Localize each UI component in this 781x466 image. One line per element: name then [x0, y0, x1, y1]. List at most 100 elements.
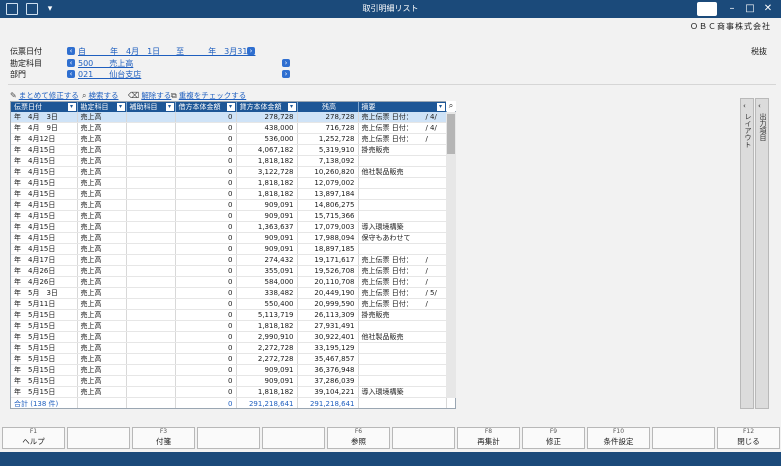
search-icon[interactable]: ⌕: [446, 101, 456, 111]
dropdown-icon[interactable]: ▾: [67, 103, 76, 111]
cell-sub: [126, 265, 176, 278]
cell-sub: [126, 331, 176, 344]
table-row[interactable]: 年 5月15日 売上高 0 1,818,182 39,104,221 導入環境構築: [11, 386, 447, 399]
cell-balance: 20,110,708: [297, 276, 359, 289]
fkey-button[interactable]: [652, 427, 715, 449]
prev-icon[interactable]: ‹: [67, 59, 75, 67]
dropdown-icon[interactable]: ▾: [116, 103, 125, 111]
cell-date: 年 4月15日: [11, 221, 78, 234]
table-row[interactable]: 年 4月15日 売上高 0 1,818,182 13,897,184: [11, 188, 447, 201]
next-icon[interactable]: ›: [282, 70, 290, 78]
table-row[interactable]: 年 5月15日 売上高 0 909,091 37,286,039: [11, 375, 447, 388]
table-row[interactable]: 年 5月15日 売上高 0 2,990,910 30,922,401 他社製品販売: [11, 331, 447, 344]
table-row[interactable]: 年 5月11日 売上高 0 550,400 20,999,590 売上伝票 日付： /: [11, 298, 447, 311]
dropdown-icon[interactable]: ▾: [226, 103, 235, 111]
fkey-button[interactable]: F3 付箋: [132, 427, 195, 449]
vertical-scrollbar[interactable]: [446, 112, 456, 398]
cell-debit: 0: [175, 386, 237, 399]
fkey-button[interactable]: [197, 427, 260, 449]
col-header-account[interactable]: 勘定科目 ▾: [77, 102, 127, 112]
dropdown-icon[interactable]: ▾: [287, 103, 296, 111]
table-row[interactable]: 年 4月 9日 売上高 0 438,000 716,728 売上伝票 日付： / 4/: [11, 122, 447, 135]
fkey-button[interactable]: [392, 427, 455, 449]
filter-date-value[interactable]: 自 年 4月 1日 至 年 3月31日: [78, 46, 255, 57]
fkey-button[interactable]: [262, 427, 325, 449]
table-row[interactable]: 年 4月17日 売上高 0 274,432 19,171,617 売上伝票 日付： /: [11, 254, 447, 267]
cell-credit: 1,818,182: [236, 155, 298, 168]
cell-debit: 0: [175, 342, 237, 355]
table-row[interactable]: 年 4月15日 売上高 0 909,091 15,715,366: [11, 210, 447, 223]
table-row[interactable]: 年 4月15日 売上高 0 4,067,182 5,319,910 掛売販売: [11, 144, 447, 157]
table-row[interactable]: 年 4月15日 売上高 0 1,363,637 17,079,003 導入環境構築: [11, 221, 447, 234]
dropdown-icon[interactable]: ▾: [165, 103, 174, 111]
col-header-date[interactable]: 伝票日付 ▾: [11, 102, 78, 112]
side-tab-layout[interactable]: ‹ レイアウト: [740, 98, 754, 409]
cell-sub: [126, 112, 176, 124]
next-icon[interactable]: ›: [247, 47, 255, 55]
table-row[interactable]: 年 4月15日 売上高 0 909,091 17,988,094 保守もあわせて: [11, 232, 447, 245]
fkey-button[interactable]: F8 再集計: [457, 427, 520, 449]
scrollbar-thumb[interactable]: [447, 114, 455, 154]
table-row[interactable]: 年 5月15日 売上高 0 2,272,728 33,195,129: [11, 342, 447, 355]
cell-memo: 導入環境構築: [358, 221, 447, 234]
divider: [8, 84, 776, 85]
table-row[interactable]: 年 5月15日 売上高 0 1,818,182 27,931,491: [11, 320, 447, 333]
cell-account: 売上高: [77, 276, 127, 289]
cell-sub: [126, 199, 176, 212]
side-tab-output-items[interactable]: ‹ 出力項目: [755, 98, 769, 409]
cell-account: 売上高: [77, 309, 127, 322]
table-row[interactable]: 年 4月15日 売上高 0 909,091 14,806,275: [11, 199, 447, 212]
table-row[interactable]: 年 4月26日 売上高 0 584,000 20,110,708 売上伝票 日付： /: [11, 276, 447, 289]
fkey-key: F10: [612, 428, 625, 435]
table-row[interactable]: 年 4月15日 売上高 0 1,818,182 12,079,002: [11, 177, 447, 190]
cell-date: 年 5月11日: [11, 298, 78, 311]
prev-icon[interactable]: ‹: [67, 47, 75, 55]
filter-account-value[interactable]: 500 売上高: [78, 58, 133, 69]
cell-credit: 536,000: [236, 133, 298, 146]
next-icon[interactable]: ›: [282, 59, 290, 67]
cell-account: 売上高: [77, 112, 127, 124]
filter-department-value[interactable]: 021 仙台支店: [78, 69, 141, 80]
cell-credit: 909,091: [236, 232, 298, 245]
cell-debit: 0: [175, 188, 237, 201]
table-row[interactable]: 年 5月15日 売上高 0 909,091 36,376,948: [11, 364, 447, 377]
fkey-button[interactable]: F12 閉じる: [717, 427, 780, 449]
table-row[interactable]: 年 5月15日 売上高 0 5,113,719 26,113,309 掛売販売: [11, 309, 447, 322]
table-row[interactable]: 年 4月 3日 売上高 0 278,728 278,728 売上伝票 日付： / 4/: [11, 112, 447, 124]
close-icon[interactable]: ✕: [761, 3, 775, 15]
dropdown-icon[interactable]: ▾: [436, 103, 445, 111]
total-cell: [126, 397, 176, 408]
col-header-balance[interactable]: 残高: [297, 102, 359, 112]
col-header-memo[interactable]: 摘要 ▾: [358, 102, 447, 112]
duplicate-check-link[interactable]: ⧉ 重複をチェックする: [171, 91, 246, 101]
cell-date: 年 4月 9日: [11, 122, 78, 135]
cell-account: 売上高: [77, 210, 127, 223]
side-tab-label: 出力項目: [759, 113, 767, 141]
minimize-icon[interactable]: –: [725, 3, 739, 15]
col-header-credit[interactable]: 貸方本体金額 ▾: [236, 102, 298, 112]
cell-account: 売上高: [77, 353, 127, 366]
maximize-icon[interactable]: □: [743, 3, 757, 15]
bulk-edit-link[interactable]: ✎ まとめて修正する: [10, 91, 79, 101]
fkey-button[interactable]: F1 ヘルプ: [2, 427, 65, 449]
table-row[interactable]: 年 4月15日 売上高 0 909,091 18,897,185: [11, 243, 447, 256]
col-header-subaccount[interactable]: 補助科目 ▾: [126, 102, 176, 112]
col-header-debit[interactable]: 借方本体金額 ▾: [175, 102, 237, 112]
table-row[interactable]: 年 4月15日 売上高 0 1,818,182 7,138,092: [11, 155, 447, 168]
table-row[interactable]: 年 4月12日 売上高 0 536,000 1,252,728 売上伝票 日付： /: [11, 133, 447, 146]
search-link[interactable]: ⌕ 検索する: [82, 91, 118, 101]
table-row[interactable]: 年 5月15日 売上高 0 2,272,728 35,467,857: [11, 353, 447, 366]
table-row[interactable]: 年 4月26日 売上高 0 355,091 19,526,708 売上伝票 日付： /: [11, 265, 447, 278]
fkey-button[interactable]: F9 修正: [522, 427, 585, 449]
cell-sub: [126, 210, 176, 223]
table-row[interactable]: 年 5月 3日 売上高 0 338,482 20,449,190 売上伝票 日付： / 5…: [11, 287, 447, 300]
cell-debit: 0: [175, 155, 237, 168]
prev-icon[interactable]: ‹: [67, 70, 75, 78]
table-row[interactable]: 年 4月15日 売上高 0 3,122,728 10,260,820 他社製品販売: [11, 166, 447, 179]
fkey-button[interactable]: [67, 427, 130, 449]
clear-link[interactable]: ⌫ 解除する: [128, 91, 171, 101]
cell-sub: [126, 144, 176, 157]
fkey-button[interactable]: F10 条件設定: [587, 427, 650, 449]
cell-debit: 0: [175, 265, 237, 278]
fkey-button[interactable]: F6 参照: [327, 427, 390, 449]
